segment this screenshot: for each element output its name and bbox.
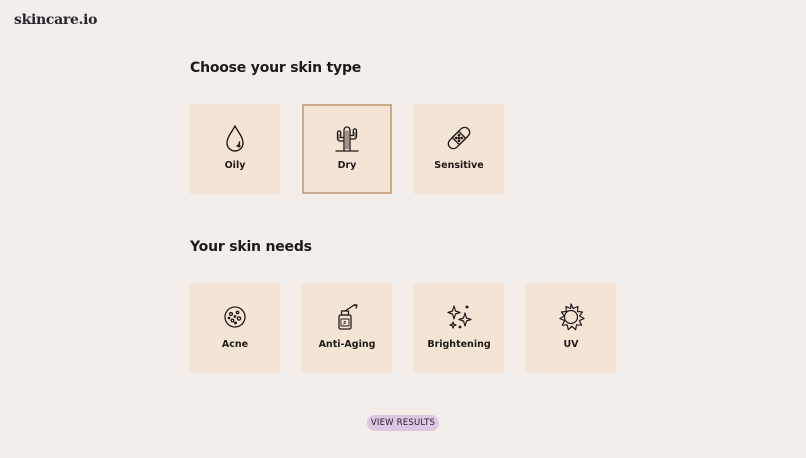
skin-need-label: Brightening <box>427 339 491 350</box>
skin-type-option-sensitive[interactable]: Sensitive <box>414 104 504 194</box>
skin-needs-options: Acne Anti-Aging Brightening UV <box>190 283 616 373</box>
skin-need-option-uv[interactable]: UV <box>526 283 616 373</box>
skin-type-label: Dry <box>337 160 357 171</box>
cactus-icon <box>335 126 359 152</box>
skin-need-option-anti-aging[interactable]: Anti-Aging <box>302 283 392 373</box>
bandage-icon <box>447 126 471 150</box>
skin-type-option-oily[interactable]: Oily <box>190 104 280 194</box>
skin-need-option-acne[interactable]: Acne <box>190 283 280 373</box>
brand-logo[interactable]: skincare.io <box>14 12 98 28</box>
skin-need-label: Acne <box>221 339 249 350</box>
serum-bottle-icon <box>338 303 358 330</box>
skin-type-label: Oily <box>224 160 246 171</box>
sun-icon <box>559 303 585 331</box>
skin-type-options: Oily Dry Sensitive <box>190 104 504 194</box>
skin-type-heading: Choose your skin type <box>190 60 362 76</box>
acne-icon <box>224 306 246 328</box>
sparkles-icon <box>447 305 472 329</box>
droplet-icon <box>226 125 244 152</box>
skin-type-label: Sensitive <box>434 160 484 171</box>
skin-need-label: Anti-Aging <box>318 339 376 350</box>
skin-need-label: UV <box>563 339 579 350</box>
view-results-button[interactable]: VIEW RESULTS <box>367 415 439 431</box>
skin-needs-heading: Your skin needs <box>190 239 312 255</box>
skin-need-option-brightening[interactable]: Brightening <box>414 283 504 373</box>
skin-type-option-dry[interactable]: Dry <box>302 104 392 194</box>
